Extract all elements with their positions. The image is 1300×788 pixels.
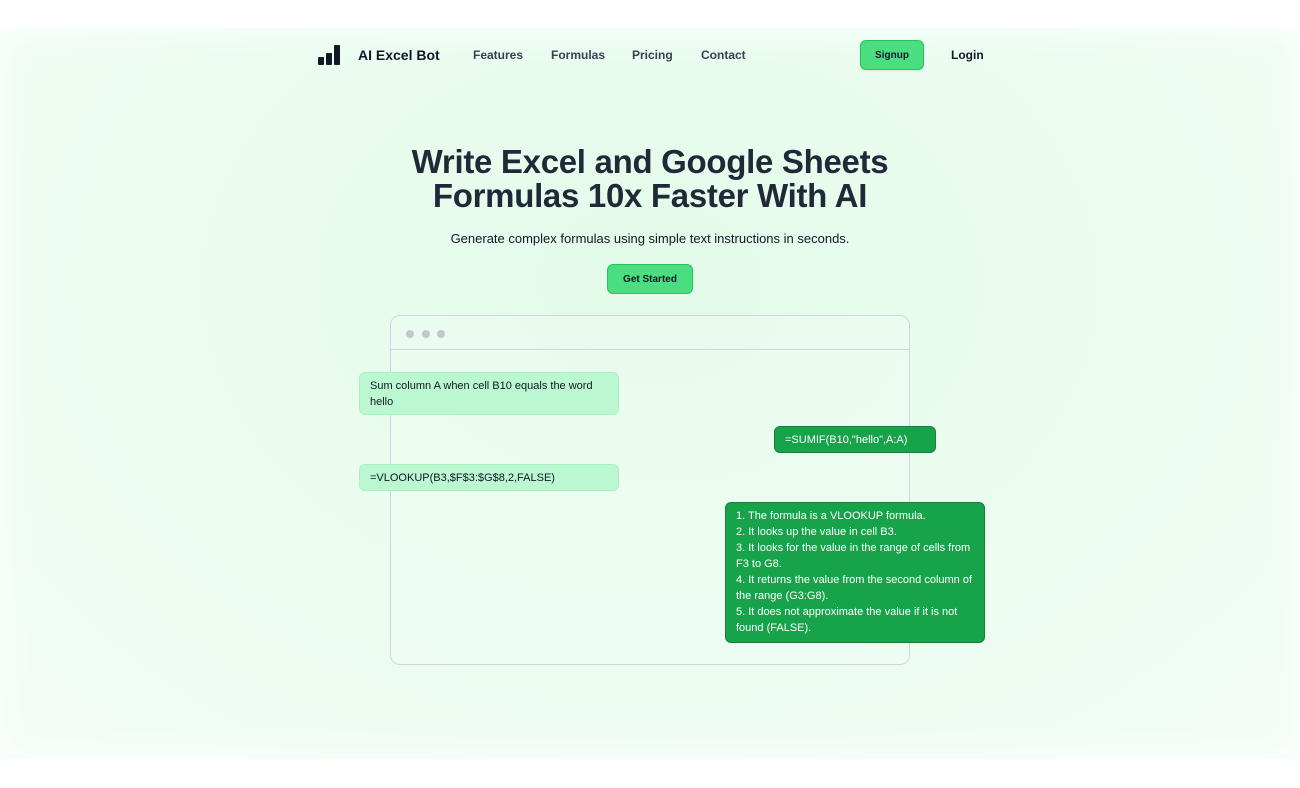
ai-formula-bubble: =SUMIF(B10,"hello",A:A) xyxy=(774,426,936,453)
user-formula-bubble: =VLOOKUP(B3,$F$3:$G$8,2,FALSE) xyxy=(359,464,619,491)
get-started-button[interactable]: Get Started xyxy=(607,264,693,294)
window-dot-icon xyxy=(422,330,430,338)
explanation-line: 2. It looks up the value in cell B3. xyxy=(736,526,897,538)
explanation-line: 1. The formula is a VLOOKUP formula. xyxy=(736,510,926,522)
nav-link-pricing[interactable]: Pricing xyxy=(632,48,673,62)
nav-link-formulas[interactable]: Formulas xyxy=(551,48,605,62)
window-dot-icon xyxy=(437,330,445,338)
page-title: Write Excel and Google Sheets Formulas 1… xyxy=(0,145,1300,213)
headline-line-1: Write Excel and Google Sheets xyxy=(411,143,889,180)
nav-link-contact[interactable]: Contact xyxy=(701,48,746,62)
explanation-line: 3. It looks for the value in the range o… xyxy=(736,542,971,570)
brand-logo[interactable] xyxy=(318,45,340,65)
nav-link-features[interactable]: Features xyxy=(473,48,523,62)
subheadline: Generate complex formulas using simple t… xyxy=(450,231,850,246)
window-dot-icon xyxy=(406,330,414,338)
top-nav: AI Excel Bot Features Formulas Pricing C… xyxy=(0,28,1300,84)
bar-chart-icon xyxy=(318,45,340,65)
hero-section: AI Excel Bot Features Formulas Pricing C… xyxy=(0,28,1300,759)
signup-button[interactable]: Signup xyxy=(860,40,924,70)
explanation-line: 4. It returns the value from the second … xyxy=(736,574,973,602)
brand-name[interactable]: AI Excel Bot xyxy=(358,47,440,63)
window-title-bar xyxy=(391,316,909,350)
explanation-line: 5. It does not approximate the value if … xyxy=(736,606,958,634)
user-message-bubble: Sum column A when cell B10 equals the wo… xyxy=(359,372,619,415)
ai-explanation-bubble: 1. The formula is a VLOOKUP formula. 2. … xyxy=(725,502,985,643)
login-link[interactable]: Login xyxy=(951,48,984,62)
headline-line-2: Formulas 10x Faster With AI xyxy=(432,177,868,214)
